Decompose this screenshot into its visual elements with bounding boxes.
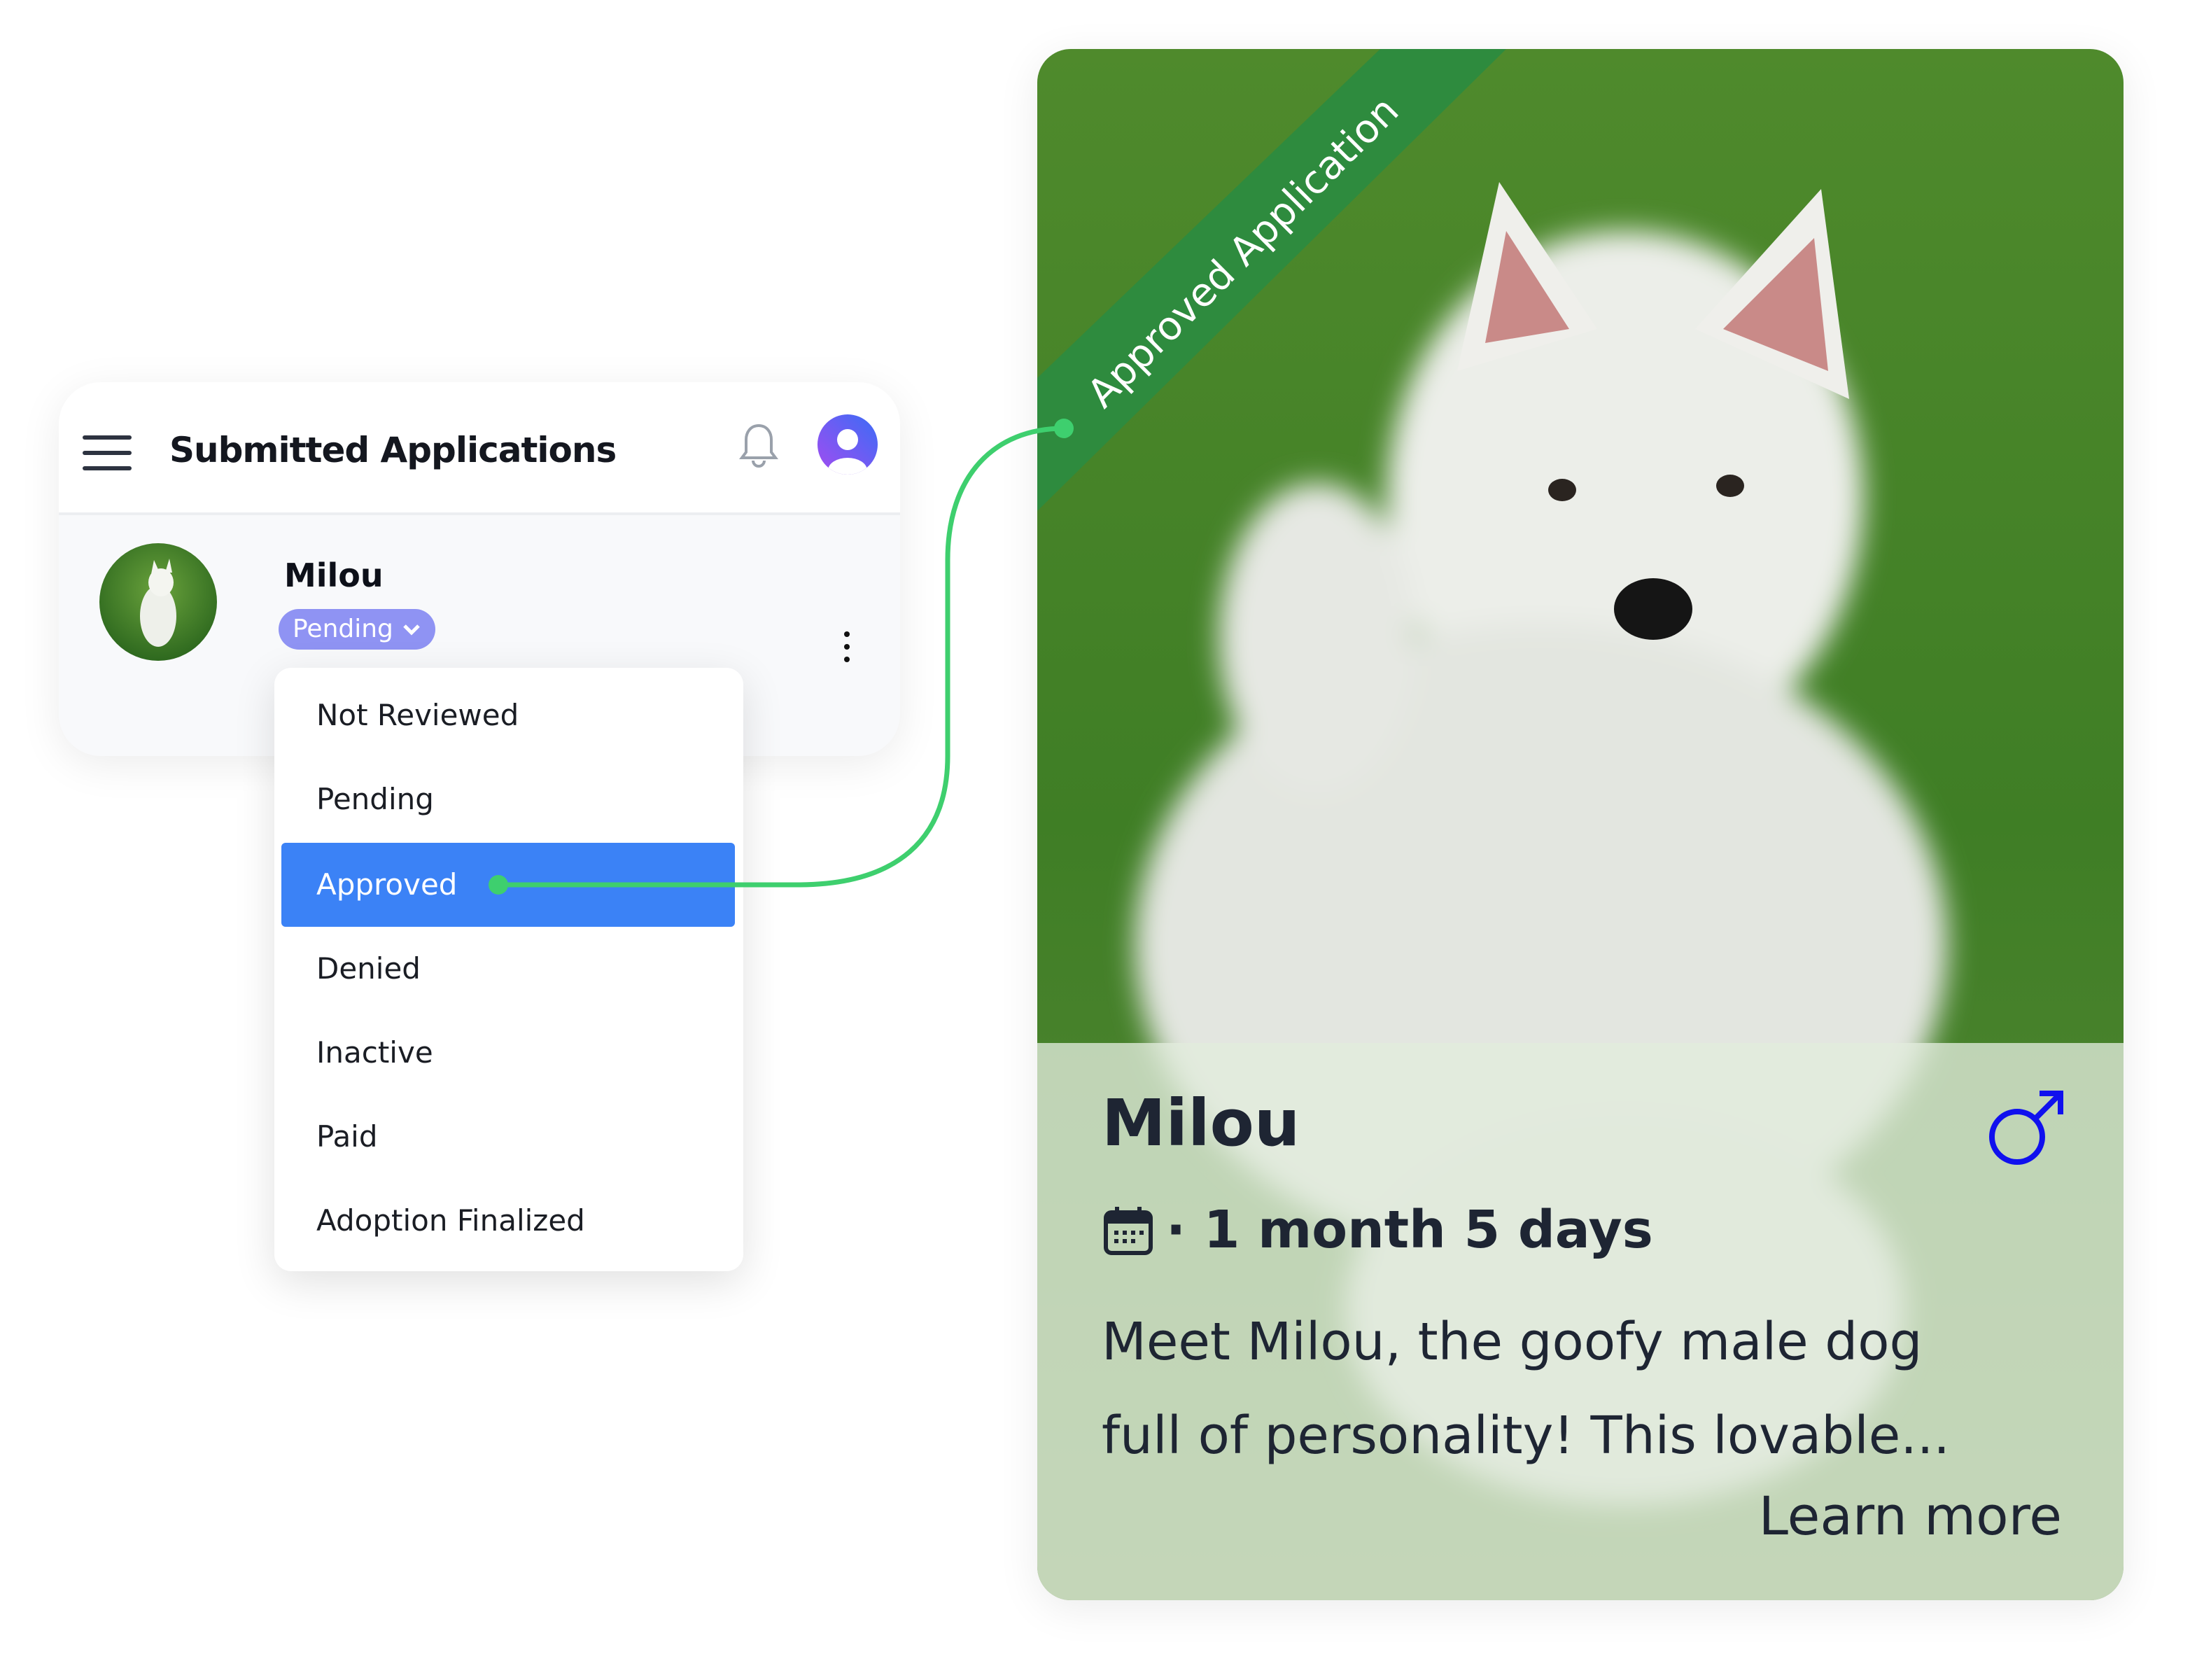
connector-start-dot <box>489 875 508 895</box>
connector-end-dot <box>1054 419 1074 438</box>
connector-line <box>489 419 1074 895</box>
